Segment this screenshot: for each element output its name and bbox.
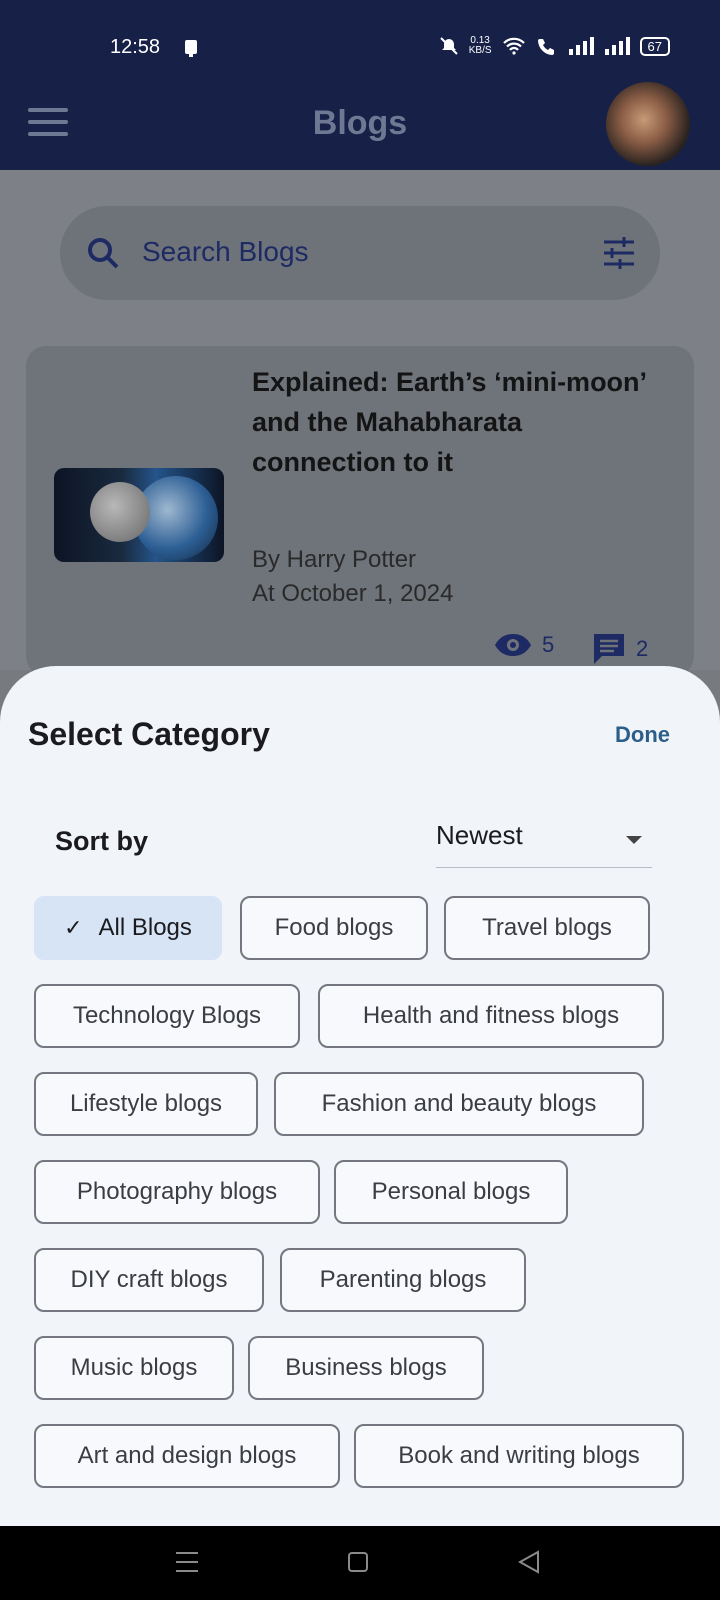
dropdown-caret-icon — [626, 836, 642, 844]
signal-icon-2 — [604, 37, 630, 55]
search-bar[interactable]: Search Blogs — [60, 206, 660, 300]
chip-lifestyle-blogs[interactable]: Lifestyle blogs — [34, 1072, 258, 1136]
call-icon — [537, 39, 554, 55]
system-nav-bar — [0, 1526, 720, 1600]
network-speed-unit: KB/S — [468, 45, 492, 56]
chip-book-writing-blogs[interactable]: Book and writing blogs — [354, 1424, 684, 1488]
comments-count: 2 — [592, 632, 648, 666]
chip-diy-craft-blogs[interactable]: DIY craft blogs — [34, 1248, 264, 1312]
chip-all-blogs[interactable]: ✓ All Blogs — [34, 896, 222, 960]
chip-label: Travel blogs — [482, 914, 612, 941]
chip-technology-blogs[interactable]: Technology Blogs — [34, 984, 300, 1048]
blog-author: By Harry Potter — [252, 546, 417, 573]
mute-bell-icon — [440, 37, 458, 55]
sheet-title: Select Category — [28, 716, 270, 752]
chip-art-design-blogs[interactable]: Art and design blogs — [34, 1424, 340, 1488]
search-icon — [88, 238, 119, 269]
chip-label: Photography blogs — [76, 1178, 278, 1205]
chip-label: Technology Blogs — [72, 1002, 262, 1029]
check-icon: ✓ — [64, 915, 83, 940]
done-button[interactable]: Done — [615, 722, 670, 748]
chip-business-blogs[interactable]: Business blogs — [248, 1336, 484, 1400]
chip-label: Art and design blogs — [77, 1442, 297, 1469]
blog-date: At October 1, 2024 — [252, 580, 454, 607]
sort-dropdown[interactable]: Newest — [436, 808, 652, 868]
back-icon[interactable] — [518, 1550, 540, 1574]
sort-by-label: Sort by — [55, 826, 149, 856]
chip-label: Food blogs — [274, 914, 394, 941]
chip-label: Parenting blogs — [319, 1266, 487, 1293]
chip-food-blogs[interactable]: Food blogs — [240, 896, 428, 960]
status-time: 12:58 — [110, 36, 161, 58]
chip-label: Fashion and beauty blogs — [321, 1090, 597, 1117]
battery-indicator: 67 — [639, 36, 670, 56]
wifi-icon — [502, 37, 525, 55]
eye-icon — [495, 634, 531, 656]
chip-label: Health and fitness blogs — [362, 1002, 620, 1029]
category-bottom-sheet: Select Category Done Sort by Newest ✓ All… — [0, 666, 720, 1526]
app-bar: Blogs — [0, 78, 720, 170]
signal-icon — [568, 37, 594, 55]
chip-photography-blogs[interactable]: Photography blogs — [34, 1160, 320, 1224]
network-speed: 0.13 KB/S — [469, 36, 492, 56]
blog-thumbnail — [54, 468, 224, 562]
chip-label: All Blogs — [98, 914, 192, 941]
status-icons: 0.13 KB/S 67 — [439, 36, 670, 56]
chip-label: Lifestyle blogs — [69, 1090, 223, 1117]
status-bar: 12:58 0.13 KB/S 67 — [0, 0, 720, 90]
chip-personal-blogs[interactable]: Personal blogs — [334, 1160, 568, 1224]
sort-dropdown-value: Newest — [436, 820, 523, 850]
chip-parenting-blogs[interactable]: Parenting blogs — [280, 1248, 526, 1312]
chip-label: Music blogs — [70, 1354, 198, 1381]
chip-travel-blogs[interactable]: Travel blogs — [444, 896, 650, 960]
chip-label: Business blogs — [285, 1354, 447, 1381]
chip-label: DIY craft blogs — [70, 1266, 228, 1293]
chip-label: Book and writing blogs — [398, 1442, 640, 1469]
top-bar: 12:58 0.13 KB/S 67 Blogs — [0, 0, 720, 170]
sim-card-icon — [185, 40, 197, 57]
chip-label: Personal blogs — [371, 1178, 531, 1205]
blog-title: Explained: Earth’s ‘mini-moon’ and the M… — [252, 367, 646, 477]
chip-fashion-beauty-blogs[interactable]: Fashion and beauty blogs — [274, 1072, 644, 1136]
chip-music-blogs[interactable]: Music blogs — [34, 1336, 234, 1400]
blog-card[interactable]: Explained: Earth’s ‘mini-moon’ and the M… — [26, 346, 694, 676]
chip-health-fitness-blogs[interactable]: Health and fitness blogs — [318, 984, 664, 1048]
search-input[interactable]: Search Blogs — [142, 236, 309, 268]
comment-icon — [594, 634, 624, 664]
avatar[interactable] — [606, 82, 690, 166]
comments-value: 2 — [636, 636, 649, 661]
views-count: 5 — [494, 632, 554, 658]
home-icon[interactable] — [348, 1552, 368, 1572]
views-value: 5 — [542, 632, 555, 657]
filter-tune-icon[interactable] — [602, 236, 636, 270]
recent-apps-icon[interactable] — [176, 1552, 198, 1572]
